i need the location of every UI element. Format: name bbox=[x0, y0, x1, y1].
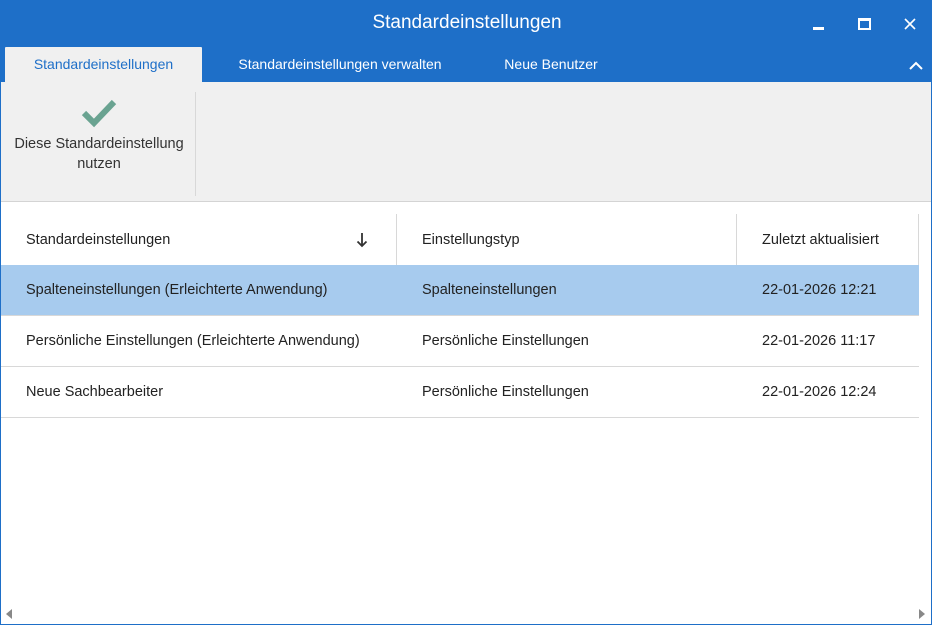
title-bar[interactable]: Standardeinstellungen bbox=[1, 1, 931, 47]
maximize-button[interactable] bbox=[849, 9, 879, 39]
checkmark-icon bbox=[81, 99, 117, 128]
ribbon-panel: Diese Standardeinstellung nutzen bbox=[1, 82, 931, 202]
use-default-setting-button[interactable]: Diese Standardeinstellung nutzen bbox=[5, 88, 193, 196]
cell-updated: 22-01-2026 12:21 bbox=[762, 282, 877, 298]
table-row[interactable]: Spalteneinstellungen (Erleichterte Anwen… bbox=[1, 265, 919, 316]
column-header-name[interactable]: Standardeinstellungen bbox=[26, 212, 170, 265]
grid-header: Standardeinstellungen Einstellungstyp Zu… bbox=[1, 212, 919, 266]
ribbon-tab-bar: Standardeinstellungen Standardeinstellun… bbox=[1, 47, 931, 82]
sort-descending-icon[interactable] bbox=[356, 232, 368, 248]
column-separator[interactable] bbox=[396, 214, 397, 265]
tab-neue-benutzer[interactable]: Neue Benutzer bbox=[487, 47, 615, 82]
minimize-icon bbox=[812, 26, 824, 30]
cell-name: Persönliche Einstellungen (Erleichterte … bbox=[26, 333, 360, 349]
scroll-left-icon[interactable] bbox=[5, 609, 13, 619]
column-separator[interactable] bbox=[736, 214, 737, 265]
settings-grid: Standardeinstellungen Einstellungstyp Zu… bbox=[1, 202, 931, 606]
cell-type: Persönliche Einstellungen bbox=[422, 384, 589, 400]
column-separator[interactable] bbox=[918, 214, 919, 265]
cell-name: Spalteneinstellungen (Erleichterte Anwen… bbox=[26, 282, 328, 298]
tab-standardeinstellungen-verwalten[interactable]: Standardeinstellungen verwalten bbox=[217, 47, 463, 82]
horizontal-scrollbar[interactable] bbox=[1, 606, 931, 624]
use-default-setting-label: Diese Standardeinstellung nutzen bbox=[5, 134, 193, 174]
scroll-right-icon[interactable] bbox=[918, 609, 926, 619]
close-icon bbox=[904, 18, 916, 30]
column-header-updated[interactable]: Zuletzt aktualisiert bbox=[762, 212, 879, 265]
settings-window: Standardeinstellungen Standardeinstellun… bbox=[0, 0, 932, 625]
cell-name: Neue Sachbearbeiter bbox=[26, 384, 164, 400]
column-header-type[interactable]: Einstellungstyp bbox=[422, 212, 520, 265]
minimize-button[interactable] bbox=[803, 9, 833, 39]
cell-type: Spalteneinstellungen bbox=[422, 282, 557, 298]
cell-updated: 22-01-2026 11:17 bbox=[762, 333, 876, 349]
tab-standardeinstellungen[interactable]: Standardeinstellungen bbox=[5, 47, 202, 82]
table-row[interactable]: Persönliche Einstellungen (Erleichterte … bbox=[1, 316, 919, 367]
use-default-setting-label-line1: Diese Standardeinstellung bbox=[14, 136, 184, 152]
ribbon-separator bbox=[195, 92, 196, 196]
cell-updated: 22-01-2026 12:24 bbox=[762, 384, 877, 400]
maximize-icon bbox=[857, 18, 871, 30]
use-default-setting-label-line2: nutzen bbox=[77, 156, 121, 172]
table-row[interactable]: Neue Sachbearbeiter Persönliche Einstell… bbox=[1, 367, 919, 418]
window-title: Standardeinstellungen bbox=[372, 12, 562, 33]
cell-type: Persönliche Einstellungen bbox=[422, 333, 589, 349]
collapse-ribbon-button[interactable] bbox=[905, 55, 927, 75]
chevron-up-icon bbox=[909, 61, 923, 70]
close-button[interactable] bbox=[895, 9, 925, 39]
